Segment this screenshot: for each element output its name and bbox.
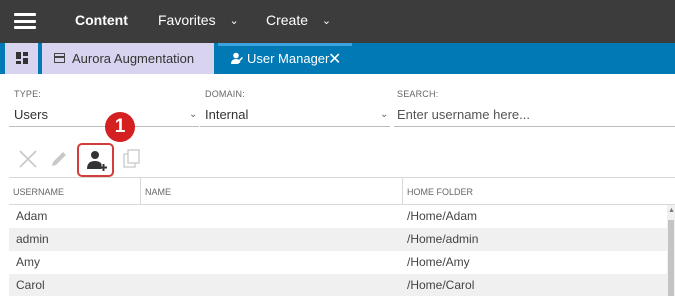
top-menu-bar: Content Favorites ⌄ Create ⌄: [0, 0, 675, 43]
tab-dashboard[interactable]: [5, 43, 38, 74]
type-underline: [9, 126, 199, 127]
cell-username: Carol: [16, 278, 45, 292]
table-row[interactable]: Adam /Home/Adam: [9, 205, 667, 228]
tab-bar: Aurora Augmentation User Manager ✕: [0, 43, 675, 74]
search-input[interactable]: Enter username here...: [397, 107, 530, 122]
pencil-glyph: [52, 152, 66, 166]
hamburger-icon[interactable]: [14, 13, 36, 29]
search-label: SEARCH:: [397, 89, 439, 99]
column-header-home-folder[interactable]: HOME FOLDER: [407, 187, 473, 197]
tab-aurora-augmentation[interactable]: Aurora Augmentation: [42, 43, 214, 74]
cell-home-folder: /Home/Adam: [407, 209, 478, 223]
table-row[interactable]: Carol /Home/Carol: [9, 274, 667, 296]
copy-icon[interactable]: [122, 148, 144, 170]
cell-home-folder: /Home/Amy: [407, 255, 470, 269]
type-select[interactable]: Users: [14, 107, 48, 122]
copy-glyph: [123, 149, 140, 168]
add-user-icon: [87, 151, 107, 171]
cell-home-folder: /Home/Carol: [407, 278, 475, 292]
domain-underline: [200, 126, 390, 127]
scrollbar-thumb[interactable]: [668, 220, 674, 296]
close-icon[interactable]: [17, 148, 39, 170]
menu-create[interactable]: Create ⌄: [266, 12, 331, 28]
table-row[interactable]: Amy /Home/Amy: [9, 251, 667, 274]
chevron-down-icon: ⌄: [321, 15, 332, 27]
domain-select[interactable]: Internal: [205, 107, 248, 122]
table-row[interactable]: admin /Home/admin: [9, 228, 667, 251]
add-user-button[interactable]: [77, 143, 114, 177]
column-header-username[interactable]: USERNAME: [13, 187, 64, 197]
cell-home-folder: /Home/admin: [407, 232, 479, 246]
chevron-down-icon[interactable]: ⌄: [189, 109, 197, 120]
pencil-icon[interactable]: [48, 148, 70, 170]
tab-user-manager[interactable]: User Manager ✕: [218, 43, 352, 74]
cell-username: admin: [16, 232, 49, 246]
close-icon[interactable]: ✕: [328, 49, 341, 69]
window-icon: [54, 53, 65, 63]
tab-label: User Manager: [247, 51, 330, 66]
menu-create-label: Create: [266, 12, 309, 28]
chevron-down-icon[interactable]: ⌄: [380, 109, 388, 120]
type-label: TYPE:: [14, 89, 42, 99]
chevron-down-icon: ⌄: [229, 15, 239, 27]
cell-username: Adam: [16, 209, 48, 223]
user-manager-icon: [231, 52, 243, 64]
dashboard-icon: [16, 52, 28, 64]
search-underline: [394, 126, 675, 127]
callout-badge: 1: [105, 112, 135, 142]
menu-favorites-label: Favorites: [158, 12, 216, 28]
column-header-name[interactable]: NAME: [145, 187, 171, 197]
tab-label: Aurora Augmentation: [72, 51, 195, 66]
menu-content[interactable]: Content: [75, 12, 128, 28]
scroll-up-icon[interactable]: ▲: [668, 207, 675, 214]
domain-label: DOMAIN:: [205, 89, 245, 99]
column-divider[interactable]: [140, 178, 141, 205]
cell-username: Amy: [16, 255, 40, 269]
delete-glyph: [19, 150, 37, 168]
column-divider[interactable]: [402, 178, 403, 205]
table-header: USERNAME NAME HOME FOLDER: [9, 177, 675, 205]
menu-favorites[interactable]: Favorites ⌄: [158, 12, 239, 28]
